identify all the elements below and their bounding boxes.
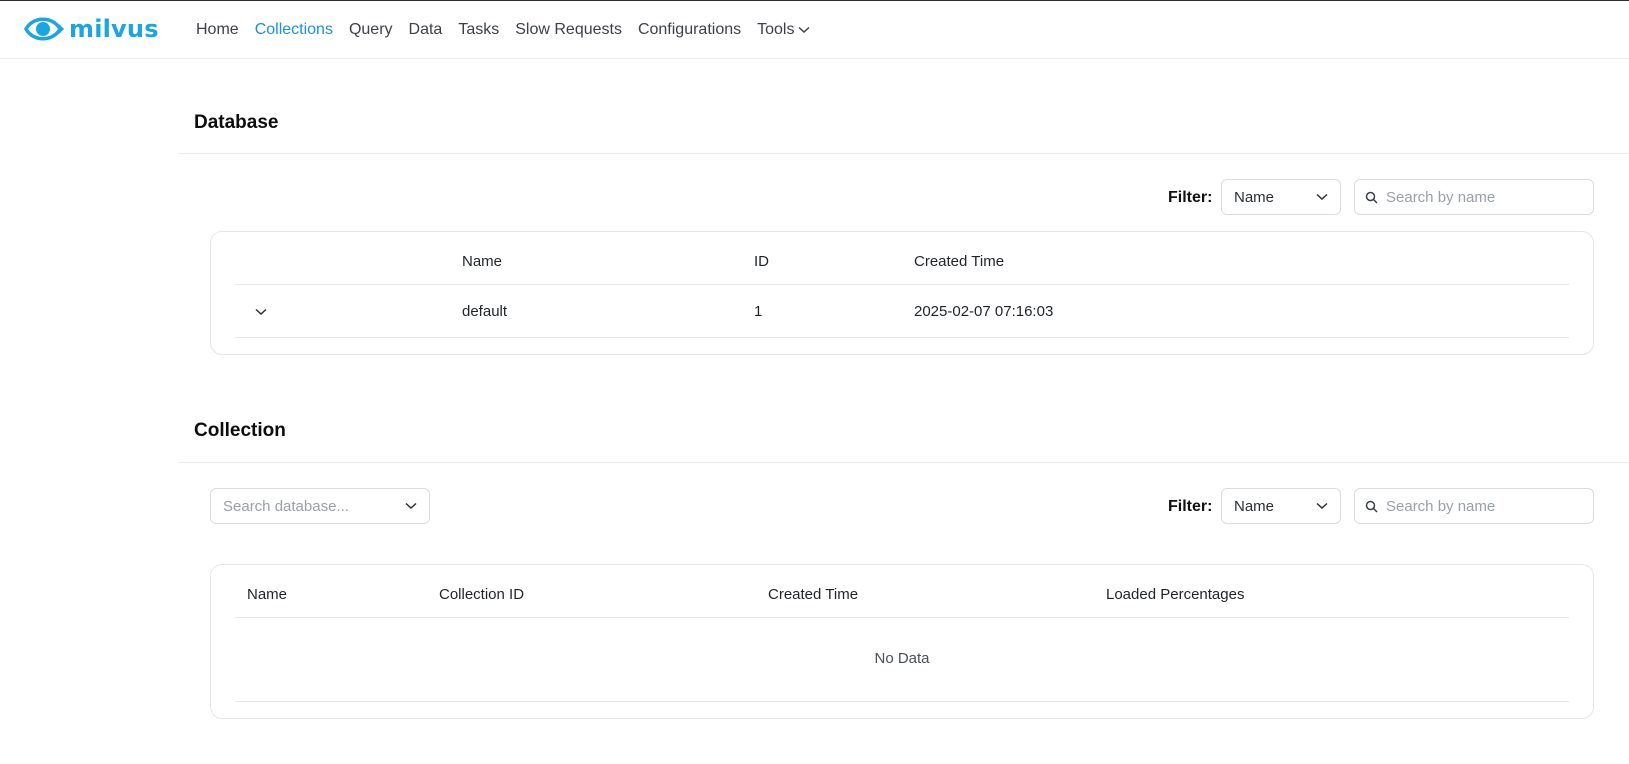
column-header-collection-id: Collection ID	[439, 586, 525, 603]
database-table: Name ID Created Time default 1 2025-02-0…	[235, 232, 1569, 338]
table-header: Name Collection ID Created Time Loaded P…	[235, 565, 1569, 618]
search-icon	[1365, 500, 1378, 513]
collection-table: Name Collection ID Created Time Loaded P…	[235, 565, 1569, 702]
nav-tasks[interactable]: Tasks	[450, 21, 507, 39]
database-name-cell: default	[462, 303, 508, 320]
column-header-name: Name	[462, 253, 503, 270]
table-row[interactable]: default 1 2025-02-07 07:16:03	[235, 285, 1569, 338]
database-created-time-cell: 2025-02-07 07:16:03	[914, 303, 1054, 320]
nav-tasks-label: Tasks	[458, 21, 500, 38]
collection-filter-select-value: Name	[1234, 497, 1275, 515]
collection-section-title: Collection	[194, 420, 286, 441]
top-navbar: milvus Home Collections Query Data Tasks…	[0, 1, 1629, 59]
nav-data-label: Data	[408, 21, 443, 38]
nav-collections-label: Collections	[254, 21, 333, 38]
collection-search-box[interactable]	[1354, 488, 1594, 524]
nav-home[interactable]: Home	[188, 21, 247, 39]
chevron-down-icon	[405, 502, 417, 510]
no-data-text: No Data	[874, 650, 930, 667]
database-filter-label: Filter:	[1168, 189, 1213, 206]
database-selector[interactable]: Search database...	[210, 488, 430, 524]
database-search-box[interactable]	[1354, 179, 1594, 215]
chevron-down-icon	[1316, 193, 1328, 201]
database-filter-select-value: Name	[1234, 188, 1275, 206]
expand-row-chevron-icon[interactable]	[255, 308, 267, 316]
nav-query[interactable]: Query	[341, 21, 401, 39]
chevron-down-icon	[798, 26, 810, 34]
database-id-cell: 1	[754, 303, 763, 320]
brand-name: milvus	[69, 15, 159, 43]
nav-tools[interactable]: Tools	[749, 21, 818, 39]
database-section-title: Database	[194, 112, 279, 133]
nav-slow-requests[interactable]: Slow Requests	[507, 21, 630, 39]
divider	[178, 462, 1629, 463]
column-header-id: ID	[754, 253, 769, 270]
nav-slow-requests-label: Slow Requests	[515, 21, 622, 38]
database-filter-select[interactable]: Name	[1221, 179, 1341, 215]
database-search-input[interactable]	[1386, 188, 1576, 206]
nav-configurations[interactable]: Configurations	[630, 21, 749, 39]
collection-filter-select[interactable]: Name	[1221, 488, 1341, 524]
column-header-created-time: Created Time	[768, 586, 859, 603]
empty-state-row: No Data	[235, 618, 1569, 702]
nav-query-label: Query	[348, 21, 393, 38]
eye-logo-icon	[24, 17, 64, 41]
search-icon	[1365, 191, 1378, 204]
chevron-down-icon	[1316, 502, 1328, 510]
column-header-loaded-percentages: Loaded Percentages	[1106, 586, 1245, 603]
nav-tools-label: Tools	[757, 21, 795, 38]
database-selector-placeholder: Search database...	[223, 497, 349, 515]
nav-collections[interactable]: Collections	[247, 21, 341, 39]
table-header: Name ID Created Time	[235, 232, 1569, 285]
nav-configurations-label: Configurations	[637, 21, 742, 38]
collection-table-card: Name Collection ID Created Time Loaded P…	[210, 564, 1594, 719]
main-nav: Home Collections Query Data Tasks Slow R…	[188, 1, 818, 59]
milvus-logo[interactable]: milvus	[24, 11, 159, 47]
nav-home-label: Home	[196, 21, 239, 38]
divider	[178, 153, 1629, 154]
nav-data[interactable]: Data	[401, 21, 451, 39]
column-header-created-time: Created Time	[914, 253, 1005, 270]
database-table-card: Name ID Created Time default 1 2025-02-0…	[210, 231, 1594, 355]
column-header-name: Name	[247, 586, 288, 603]
collection-filter-label: Filter:	[1168, 498, 1213, 515]
collection-search-input[interactable]	[1386, 497, 1576, 515]
